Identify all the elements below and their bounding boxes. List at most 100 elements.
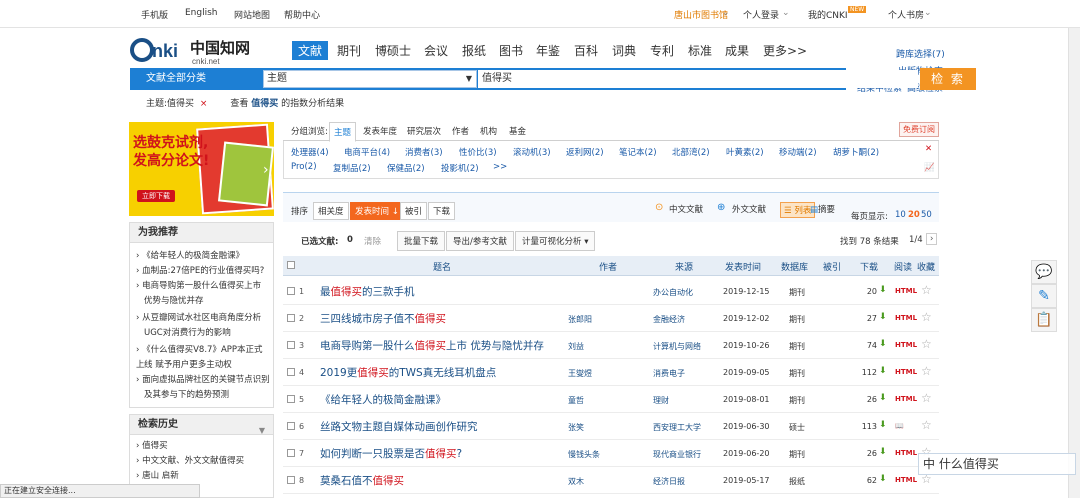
row-source[interactable]: 计算机与网络 bbox=[653, 341, 701, 352]
close-icon[interactable]: × bbox=[200, 99, 208, 109]
group-item[interactable]: 保健品(2) bbox=[387, 162, 425, 174]
star-icon[interactable]: ☆ bbox=[921, 310, 932, 324]
group-item[interactable]: 滚动机(3) bbox=[513, 146, 551, 158]
help-link[interactable]: 帮助中心 bbox=[284, 8, 320, 21]
html-read-icon[interactable]: HTML bbox=[895, 476, 917, 484]
recommend-item[interactable]: › 面向虚拟品牌社区的关键节点识别 bbox=[136, 373, 270, 388]
row-source[interactable]: 办公自动化 bbox=[653, 287, 693, 298]
ad-download-button[interactable]: 立即下载 bbox=[137, 190, 175, 202]
history-title[interactable]: 检索历史 ▼ bbox=[130, 415, 273, 435]
group-item[interactable]: 移动端(2) bbox=[779, 146, 817, 158]
chinese-literature-filter[interactable]: 中文文献 bbox=[669, 203, 703, 215]
row-checkbox[interactable] bbox=[287, 476, 295, 484]
group-item[interactable]: 返利网(2) bbox=[566, 146, 604, 158]
download-icon[interactable]: ⬇ bbox=[879, 366, 887, 376]
col-database[interactable]: 数据库 bbox=[781, 260, 808, 273]
perpage-50[interactable]: 50 bbox=[921, 210, 932, 220]
book-read-icon[interactable]: 📖 bbox=[895, 422, 904, 430]
download-icon[interactable]: ⬇ bbox=[879, 285, 887, 295]
row-checkbox[interactable] bbox=[287, 449, 295, 457]
col-download[interactable]: 下载 bbox=[860, 260, 878, 273]
cross-db-select-link[interactable]: 跨库选择(7) bbox=[896, 47, 945, 60]
row-source[interactable]: 消费电子 bbox=[653, 368, 685, 379]
recommend-item[interactable]: › 《给年轻人的极简金融课》 bbox=[136, 249, 270, 264]
row-title[interactable]: 如何判断一只股票是否值得买? bbox=[320, 446, 462, 461]
chevron-right-icon[interactable]: › bbox=[263, 162, 269, 178]
html-read-icon[interactable]: HTML bbox=[895, 449, 917, 457]
row-title[interactable]: 电商导购第一股什么值得买上市 优势与隐忧并存 bbox=[320, 338, 544, 353]
download-icon[interactable]: ⬇ bbox=[879, 312, 887, 322]
group-item[interactable]: 投影机(2) bbox=[441, 162, 479, 174]
recommend-item-cont[interactable]: 优势与隐忧并存 bbox=[136, 294, 270, 309]
col-source[interactable]: 来源 bbox=[675, 260, 693, 273]
tab-standard[interactable]: 标准 bbox=[688, 42, 712, 59]
group-tab-institution[interactable]: 机构 bbox=[480, 125, 497, 137]
group-item[interactable]: 处理器(4) bbox=[291, 146, 329, 158]
col-cited[interactable]: 被引 bbox=[823, 260, 841, 273]
download-icon[interactable]: ⬇ bbox=[879, 447, 887, 457]
row-author[interactable]: 张郎阳 bbox=[568, 314, 592, 325]
recommend-item-cont[interactable]: 及其参与下的趋势预测 bbox=[136, 388, 270, 403]
html-read-icon[interactable]: HTML bbox=[895, 368, 917, 376]
row-title[interactable]: 莫桑石值不值得买 bbox=[320, 473, 404, 488]
row-checkbox[interactable] bbox=[287, 395, 295, 403]
tab-literature[interactable]: 文献 bbox=[292, 41, 329, 60]
row-title[interactable]: 最值得买的三款手机 bbox=[320, 284, 415, 299]
sort-cited[interactable]: 被引 bbox=[400, 202, 428, 220]
row-author[interactable]: 慢钱头条 bbox=[568, 449, 600, 460]
row-title[interactable]: 丝路文物主题自媒体动画创作研究 bbox=[320, 419, 478, 434]
clear-button[interactable]: 清除 bbox=[364, 235, 381, 247]
group-more[interactable]: >> bbox=[493, 162, 507, 172]
search-field-select[interactable]: 主题 ▼ bbox=[263, 70, 477, 88]
chart-icon[interactable]: 📈 bbox=[924, 163, 935, 173]
feedback-icon[interactable]: 💬 bbox=[1031, 260, 1057, 284]
bookshelf-link[interactable]: 个人书房 bbox=[888, 8, 924, 21]
sitemap-link[interactable]: 网站地图 bbox=[234, 8, 270, 21]
tab-conference[interactable]: 会议 bbox=[424, 42, 448, 59]
login-link[interactable]: 个人登录 bbox=[743, 8, 779, 21]
row-source[interactable]: 理财 bbox=[653, 395, 669, 406]
star-icon[interactable]: ☆ bbox=[921, 391, 932, 405]
sort-relevance[interactable]: 相关度 bbox=[313, 202, 349, 220]
tab-patent[interactable]: 专利 bbox=[650, 42, 674, 59]
row-source[interactable]: 金融经济 bbox=[653, 314, 685, 325]
star-icon[interactable]: ☆ bbox=[921, 283, 932, 297]
group-item[interactable]: 胡萝卜酮(2) bbox=[833, 146, 879, 158]
search-button[interactable]: 检 索 bbox=[920, 68, 976, 90]
scrollbar[interactable] bbox=[1068, 28, 1080, 498]
mycnki-link[interactable]: 我的CNKI bbox=[808, 8, 848, 21]
row-author[interactable]: 童哲 bbox=[568, 395, 584, 406]
notes-icon[interactable]: 📋 bbox=[1031, 308, 1057, 332]
download-icon[interactable]: ⬇ bbox=[879, 474, 887, 484]
free-subscribe-button[interactable]: 免费订阅 bbox=[899, 122, 939, 137]
group-tab-author[interactable]: 作者 bbox=[452, 125, 469, 137]
html-read-icon[interactable]: HTML bbox=[895, 395, 917, 403]
html-read-icon[interactable]: HTML bbox=[895, 314, 917, 322]
tab-book[interactable]: 图书 bbox=[499, 42, 523, 59]
row-checkbox[interactable] bbox=[287, 287, 295, 295]
batch-download-button[interactable]: 批量下载 bbox=[397, 231, 446, 251]
tab-dictionary[interactable]: 词典 bbox=[612, 42, 636, 59]
row-checkbox[interactable] bbox=[287, 422, 295, 430]
sort-date[interactable]: 发表时间 ↓ bbox=[350, 202, 404, 220]
category-select[interactable]: 文献全部分类 bbox=[130, 68, 262, 90]
star-icon[interactable]: ☆ bbox=[921, 364, 932, 378]
search-input[interactable]: 值得买 bbox=[478, 70, 918, 88]
row-author[interactable]: 刘益 bbox=[568, 341, 584, 352]
ad-banner[interactable]: 选鼓克试剂, 发高分论文! 立即下载 › bbox=[129, 122, 274, 216]
group-item[interactable]: 复制品(2) bbox=[333, 162, 371, 174]
download-icon[interactable]: ⬇ bbox=[879, 339, 887, 349]
tab-encyclopedia[interactable]: 百科 bbox=[574, 42, 598, 59]
pen-icon[interactable]: ✎ bbox=[1031, 284, 1057, 308]
row-title[interactable]: 2019更值得买的TWS真无线耳机盘点 bbox=[320, 365, 496, 380]
group-item[interactable]: 笔记本(2) bbox=[619, 146, 657, 158]
group-item[interactable]: 性价比(3) bbox=[459, 146, 497, 158]
row-checkbox[interactable] bbox=[287, 341, 295, 349]
row-author[interactable]: 双木 bbox=[568, 476, 584, 487]
visual-analysis-button[interactable]: 计量可视化分析 ▾ bbox=[515, 231, 596, 251]
export-button[interactable]: 导出/参考文献 bbox=[446, 231, 514, 251]
cnki-logo[interactable]: nki 中国知网 cnki.net bbox=[130, 36, 270, 66]
recommend-item[interactable]: › 血制品:27倍PE的行业值得买吗? bbox=[136, 264, 270, 279]
history-item[interactable]: › 中文文献、外文文献值得买 bbox=[136, 454, 270, 469]
col-title[interactable]: 题名 bbox=[433, 260, 451, 273]
